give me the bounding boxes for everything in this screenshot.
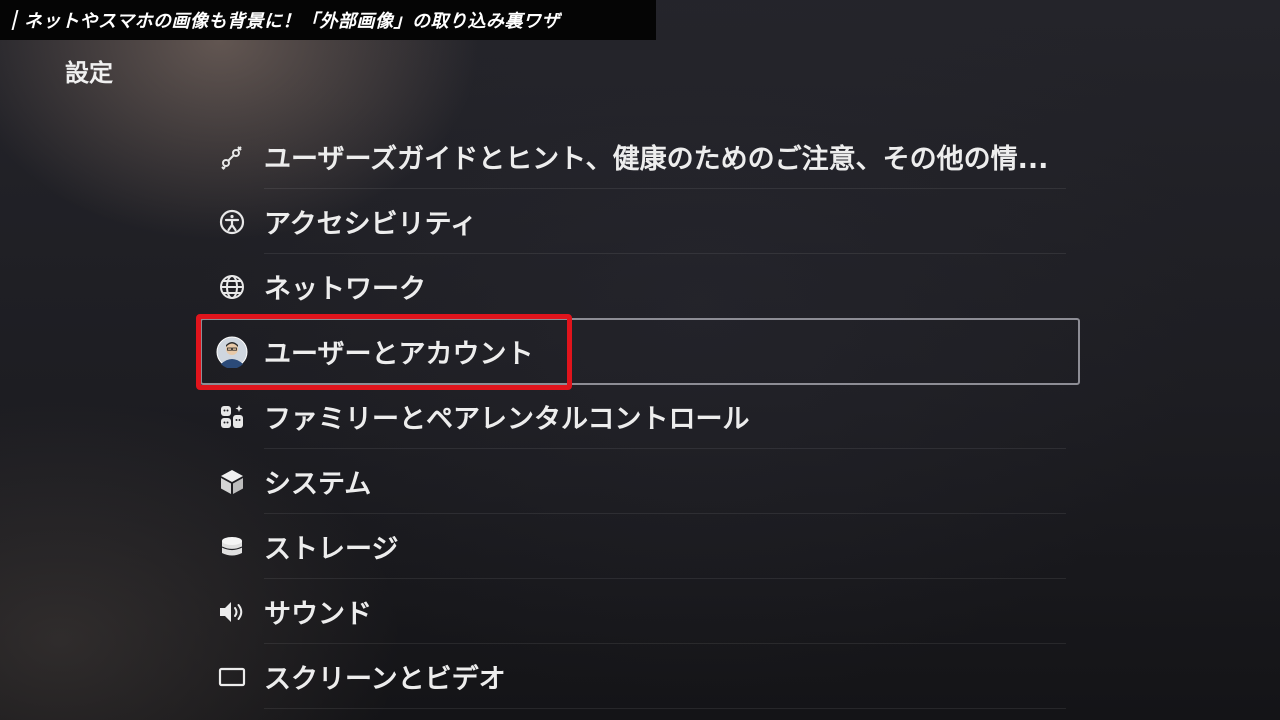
caption-banner: ネットやスマホの画像も背景に！「外部画像」の取り込み裏ワザ xyxy=(0,0,656,40)
settings-menu: ユーザーズガイドとヒント、健康のためのご注意、その他の情... アクセシビリティ xyxy=(196,124,1080,709)
family-icon xyxy=(216,401,248,433)
globe-icon xyxy=(216,271,248,303)
menu-item-sound[interactable]: サウンド xyxy=(200,579,1080,644)
menu-item-label: ユーザーとアカウント xyxy=(264,339,534,370)
menu-item-users-accounts[interactable]: ユーザーとアカウント xyxy=(200,319,1080,384)
menu-item-label: ユーザーズガイドとヒント、健康のためのご注意、その他の情... xyxy=(264,144,1049,175)
menu-item-user-guide[interactable]: ユーザーズガイドとヒント、健康のためのご注意、その他の情... xyxy=(200,124,1080,189)
cube-icon xyxy=(216,466,248,498)
menu-item-label: システム xyxy=(264,469,372,500)
menu-item-family[interactable]: ファミリーとペアレンタルコントロール xyxy=(200,384,1080,449)
menu-item-system[interactable]: システム xyxy=(200,449,1080,514)
caption-text: ネットやスマホの画像も背景に！「外部画像」の取り込み裏ワザ xyxy=(24,11,560,32)
menu-item-label: スクリーンとビデオ xyxy=(264,664,506,695)
menu-item-label: サウンド xyxy=(264,599,372,630)
storage-icon xyxy=(216,531,248,563)
menu-item-label: アクセシビリティ xyxy=(264,209,478,240)
avatar-icon xyxy=(216,336,248,368)
menu-item-label: ストレージ xyxy=(264,534,399,565)
caption-bar-mark xyxy=(11,10,19,30)
menu-item-label: ファミリーとペアレンタルコントロール xyxy=(264,404,750,435)
menu-item-label: ネットワーク xyxy=(264,274,426,305)
speaker-icon xyxy=(216,596,248,628)
menu-item-screen-video[interactable]: スクリーンとビデオ xyxy=(200,644,1080,709)
page-title: 設定 xyxy=(65,59,113,87)
menu-item-accessibility[interactable]: アクセシビリティ xyxy=(200,189,1080,254)
menu-item-network[interactable]: ネットワーク xyxy=(200,254,1080,319)
menu-item-storage[interactable]: ストレージ xyxy=(200,514,1080,579)
user-guide-icon xyxy=(216,141,248,173)
screen-icon xyxy=(216,661,248,693)
accessibility-icon xyxy=(216,206,248,238)
